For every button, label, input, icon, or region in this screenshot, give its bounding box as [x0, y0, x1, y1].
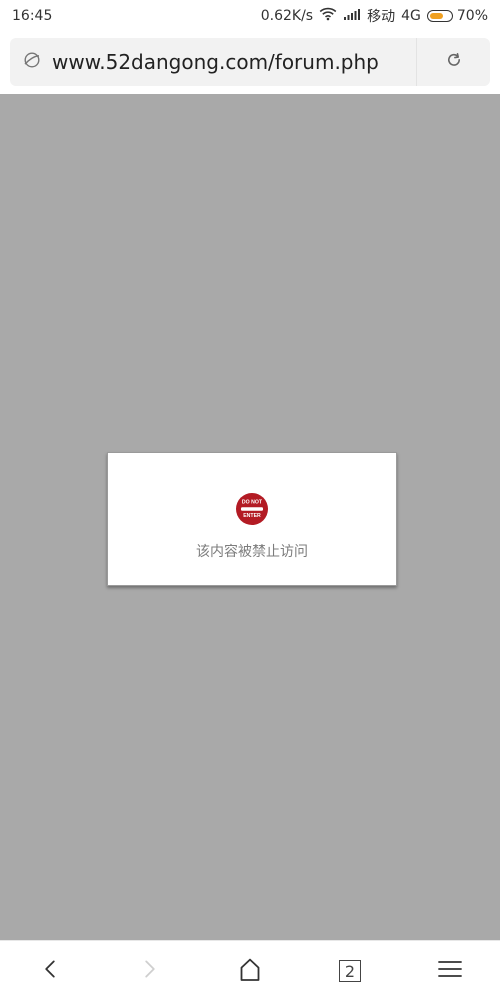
network-speed: 0.62K/s — [260, 8, 314, 24]
home-icon — [237, 956, 263, 986]
browser-screen: 16:45 0.62K/s 移动 4G 70% www.52dangong.co… — [0, 0, 500, 1000]
blocked-card: DO NOT ENTER 该内容被禁止访问 — [107, 452, 397, 586]
home-button[interactable] — [222, 943, 278, 999]
bottom-bar: 2 — [0, 940, 500, 1000]
address-bar[interactable]: www.52dangong.com/forum.php — [10, 38, 490, 86]
signal-icon — [343, 7, 361, 25]
status-time: 16:45 — [12, 8, 53, 24]
battery-fill — [429, 13, 444, 19]
planet-icon — [22, 50, 42, 74]
chevron-left-icon — [39, 958, 61, 984]
status-right: 0.62K/s 移动 4G 70% — [261, 6, 488, 26]
menu-button[interactable] — [422, 943, 478, 999]
chevron-right-icon — [139, 958, 161, 984]
forward-button[interactable] — [122, 943, 178, 999]
network-type: 4G — [401, 8, 421, 24]
battery-percent: 70% — [456, 8, 488, 24]
tabs-icon: 2 — [339, 960, 361, 982]
status-bar: 16:45 0.62K/s 移动 4G 70% — [0, 0, 500, 32]
url-field[interactable]: www.52dangong.com/forum.php — [10, 38, 416, 86]
tabs-count: 2 — [344, 961, 356, 981]
page-content: DO NOT ENTER 该内容被禁止访问 — [0, 94, 500, 940]
back-button[interactable] — [22, 943, 78, 999]
do-not-enter-top-text: DO NOT — [242, 500, 263, 506]
menu-icon — [437, 958, 463, 984]
do-not-enter-bottom-text: ENTER — [243, 513, 261, 519]
refresh-button[interactable] — [417, 38, 490, 86]
battery-icon — [426, 10, 453, 22]
carrier-label: 移动 — [367, 9, 396, 25]
url-text[interactable]: www.52dangong.com/forum.php — [52, 50, 379, 74]
battery: 70% — [426, 8, 488, 24]
wifi-icon — [319, 7, 337, 25]
refresh-icon — [444, 50, 464, 74]
do-not-enter-icon: DO NOT ENTER — [236, 453, 268, 529]
blocked-message: 该内容被禁止访问 — [196, 544, 308, 560]
tabs-button[interactable]: 2 — [322, 943, 378, 999]
